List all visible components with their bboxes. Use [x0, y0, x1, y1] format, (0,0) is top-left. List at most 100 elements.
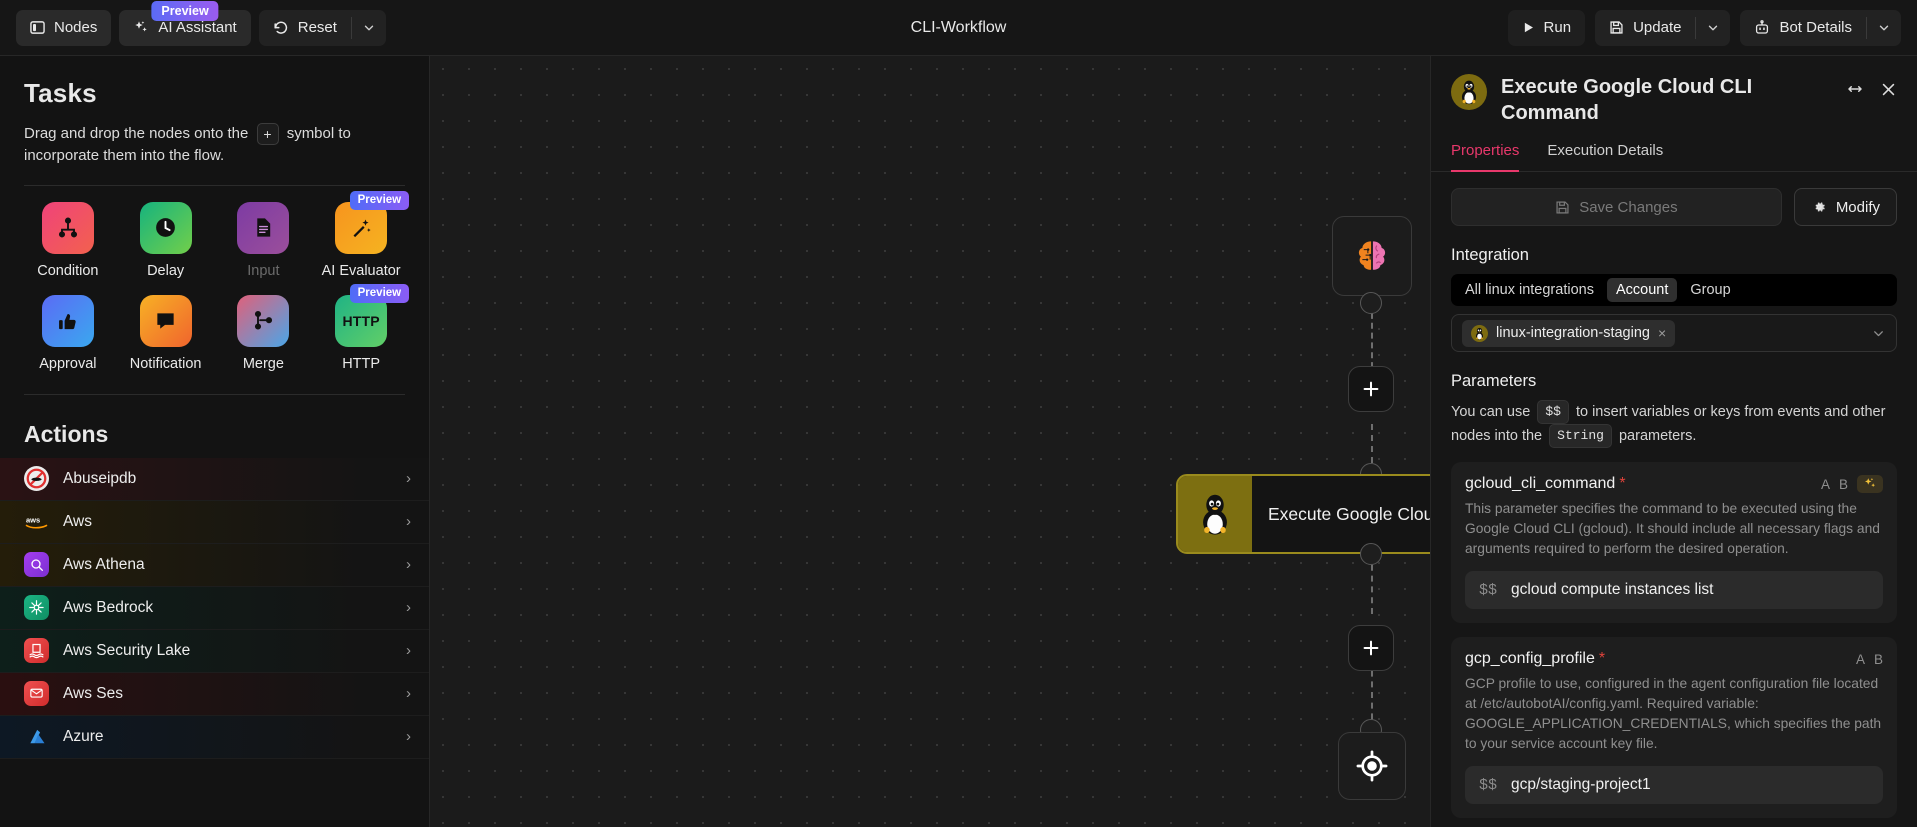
task-node-ai-evaluator[interactable]: Preview AI Evaluator	[317, 190, 410, 279]
plus-icon	[1360, 637, 1382, 659]
action-row-abuseipdb[interactable]: Abuseipdb ›	[0, 457, 429, 501]
run-button[interactable]: Run	[1507, 9, 1586, 46]
tab-execution-details[interactable]: Execution Details	[1547, 142, 1663, 172]
save-changes-button[interactable]: Save Changes	[1451, 188, 1782, 226]
chevron-down-icon[interactable]	[1871, 326, 1886, 341]
action-row-aws-ses[interactable]: Aws Ses ›	[0, 672, 429, 716]
mode-a-toggle[interactable]: A	[1821, 477, 1830, 492]
task-node-approval[interactable]: Approval	[24, 294, 112, 372]
action-row-aws[interactable]: aws Aws ›	[0, 500, 429, 544]
mode-a-toggle[interactable]: A	[1856, 652, 1865, 667]
bot-details-button-group: Bot Details	[1740, 9, 1901, 46]
action-row-aws-security-lake[interactable]: Aws Security Lake ›	[0, 629, 429, 673]
crosshair-icon	[1354, 748, 1390, 784]
dollar-prefix: $$	[1479, 581, 1498, 599]
actions-list: Abuseipdb › aws Aws › Aws Athena › Aws B…	[0, 457, 429, 827]
reset-button[interactable]: Reset	[259, 10, 351, 46]
http-tile[interactable]: Preview HTTP	[335, 283, 410, 347]
reset-button-label: Reset	[297, 19, 337, 36]
parameters-note: You can use $$ to insert variables or ke…	[1451, 400, 1897, 449]
parameter-card-gcloud-cli-command: gcloud_cli_command * A B This parameter …	[1451, 462, 1897, 624]
action-row-aws-athena[interactable]: Aws Athena ›	[0, 543, 429, 587]
dollar-token-pill: $$	[1537, 400, 1569, 425]
bot-details-dropdown-button[interactable]	[1867, 10, 1901, 46]
mode-b-toggle[interactable]: B	[1874, 652, 1883, 667]
reset-dropdown-button[interactable]	[352, 10, 386, 46]
workflow-canvas[interactable]: Execute Google Cloud …	[430, 56, 1430, 827]
document-icon	[252, 216, 275, 239]
ai-evaluator-tile[interactable]: Preview	[335, 190, 410, 254]
ai-assistant-label: AI Assistant	[158, 19, 237, 36]
merge-label: Merge	[242, 355, 284, 372]
action-row-aws-bedrock[interactable]: Aws Bedrock ›	[0, 586, 429, 630]
segment-group[interactable]: Group	[1681, 278, 1739, 302]
editor-body: Tasks Drag and drop the nodes onto the +…	[0, 56, 1917, 827]
task-node-condition[interactable]: Condition	[24, 201, 112, 279]
parameter-tools: A B	[1821, 475, 1883, 494]
segment-account[interactable]: Account	[1606, 278, 1678, 302]
integration-select[interactable]: linux-integration-staging ×	[1451, 314, 1897, 352]
resize-horizontal-icon[interactable]	[1846, 80, 1864, 98]
tab-properties[interactable]: Properties	[1451, 142, 1520, 172]
task-node-delay[interactable]: Delay	[122, 201, 210, 279]
bot-details-button[interactable]: Bot Details	[1740, 10, 1866, 46]
trigger-node[interactable]	[1332, 216, 1412, 296]
update-dropdown-button[interactable]	[1696, 10, 1730, 46]
nodes-button[interactable]: Nodes	[16, 9, 112, 46]
parameter-input-gcp-config-profile[interactable]: $$ gcp/staging-project1	[1465, 766, 1883, 805]
chevron-right-icon: ›	[406, 599, 411, 617]
segment-all-linux-integrations[interactable]: All linux integrations	[1456, 278, 1603, 302]
task-node-input[interactable]: Input	[220, 201, 308, 279]
chevron-down-icon	[1877, 21, 1891, 35]
linux-penguin-icon	[1458, 79, 1480, 105]
ai-generate-icon[interactable]	[1857, 475, 1883, 494]
trigger-output-port[interactable]	[1360, 292, 1382, 314]
condition-tile[interactable]	[41, 201, 94, 254]
svg-text:aws: aws	[26, 515, 40, 524]
approval-tile[interactable]	[41, 294, 94, 347]
panel-content: Save Changes Modify Integration All linu…	[1431, 172, 1917, 827]
update-button-group: Update	[1595, 9, 1731, 46]
http-preview-badge: Preview	[349, 283, 410, 303]
approval-label: Approval	[39, 355, 97, 372]
tasks-hint: Drag and drop the nodes onto the + symbo…	[24, 123, 405, 167]
close-icon[interactable]	[1880, 81, 1897, 98]
add-node-button-1[interactable]	[1348, 366, 1394, 412]
chat-bubble-icon	[154, 309, 177, 332]
tasks-title: Tasks	[24, 78, 97, 108]
action-label: Aws Security Lake	[63, 641, 191, 659]
brain-icon	[1350, 234, 1394, 278]
main-workflow-node[interactable]: Execute Google Cloud …	[1176, 474, 1430, 554]
input-tile[interactable]	[237, 201, 290, 254]
end-node[interactable]	[1338, 732, 1406, 800]
parameter-name: gcloud_cli_command	[1465, 475, 1616, 493]
main-node-output-port[interactable]	[1360, 543, 1382, 565]
update-button[interactable]: Update	[1595, 10, 1695, 46]
toolbar-right-group: Run Update Bot Details	[1507, 9, 1901, 46]
ai-evaluator-label: AI Evaluator	[321, 262, 401, 279]
panel-title: Execute Google Cloud CLI Command	[1501, 76, 1753, 124]
parameter-name: gcp_config_profile	[1465, 650, 1595, 668]
workflow-editor-app: Nodes Preview AI Assistant Reset CLI-Wor…	[0, 0, 1917, 827]
merge-tile[interactable]	[237, 294, 290, 347]
parameter-input-gcloud-cli-command[interactable]: $$ gcloud compute instances list	[1465, 571, 1883, 610]
modify-button[interactable]: Modify	[1793, 188, 1897, 226]
parameter-header: gcp_config_profile * A B	[1465, 650, 1883, 668]
task-node-notification[interactable]: Notification	[122, 294, 210, 372]
parameter-tools: A B	[1856, 652, 1883, 667]
task-node-http[interactable]: Preview HTTP HTTP	[317, 283, 410, 372]
notification-tile[interactable]	[139, 294, 192, 347]
input-label: Input	[247, 262, 280, 279]
mode-b-toggle[interactable]: B	[1839, 477, 1848, 492]
integration-chip-label: linux-integration-staging	[1496, 325, 1650, 341]
task-node-merge[interactable]: Merge	[220, 294, 308, 372]
action-label: Aws Athena	[63, 555, 145, 573]
delay-tile[interactable]	[139, 201, 192, 254]
action-row-azure[interactable]: Azure ›	[0, 715, 429, 759]
ai-assistant-button[interactable]: Preview AI Assistant	[119, 0, 251, 46]
add-node-button-2[interactable]	[1348, 625, 1394, 671]
reset-button-group: Reset	[258, 9, 386, 46]
parameter-value: gcp/staging-project1	[1511, 776, 1651, 794]
remove-chip-icon[interactable]: ×	[1658, 325, 1666, 341]
aws-security-lake-icon	[24, 638, 49, 664]
